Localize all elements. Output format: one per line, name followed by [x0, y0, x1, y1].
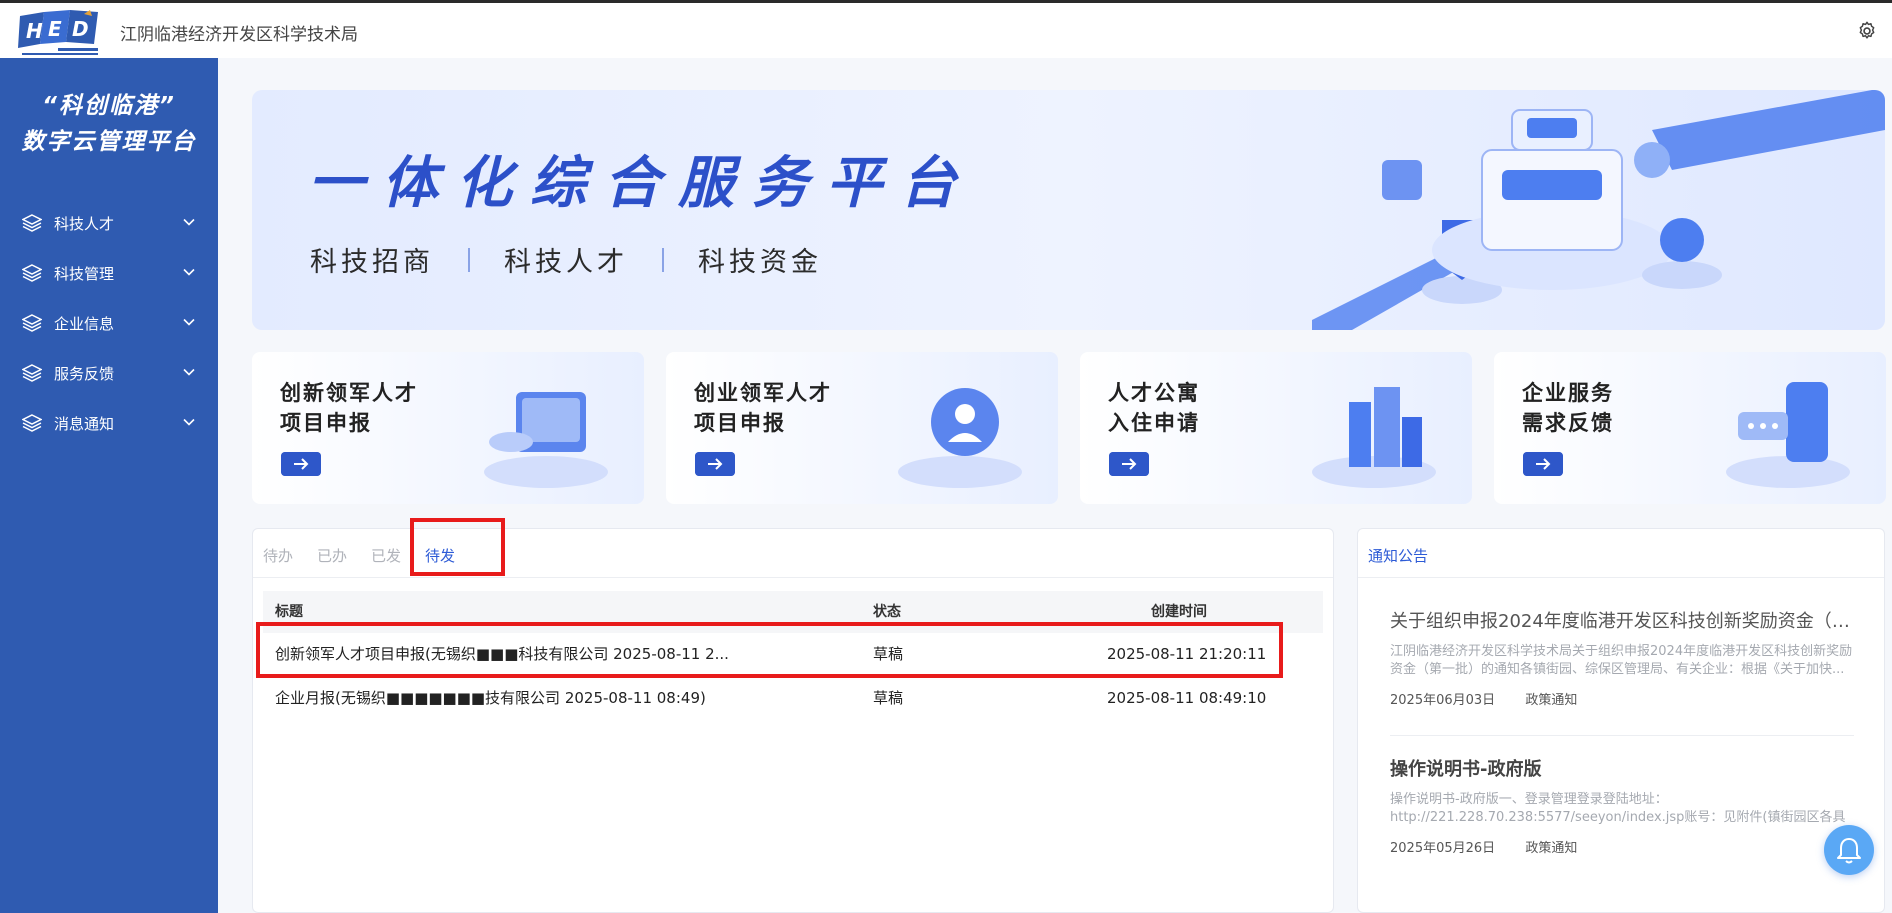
task-tabs: 待办 已办 已发 待发	[263, 543, 479, 569]
banner-title: 一体化综合服务平台	[308, 151, 974, 216]
sidebar-item-service-feedback[interactable]: 服务反馈	[0, 348, 218, 398]
svg-text:D: D	[72, 17, 89, 41]
card-title: 创新领军人才 项目申报	[280, 381, 418, 435]
sidebar-item-label: 科技人才	[54, 214, 115, 233]
notice-meta: 2025年06月03日 政策通知	[1390, 689, 1854, 708]
card-startup-talent-application[interactable]: 创业领军人才 项目申报	[666, 352, 1058, 504]
arrow-right-icon[interactable]	[281, 452, 321, 476]
card-talent-apartment-application[interactable]: 人才公寓 入住申请	[1080, 352, 1472, 504]
chevron-down-icon	[183, 318, 195, 326]
notice-category: 政策通知	[1525, 693, 1578, 708]
arrow-right-icon[interactable]	[1523, 452, 1563, 476]
layers-icon	[22, 214, 42, 232]
table-row[interactable]: 企业月报(无锡织■■■■■■■技有限公司 2025-08-11 08:49) 草…	[263, 677, 1323, 721]
divider	[1358, 577, 1884, 578]
row-created: 2025-08-11 08:49:10	[1107, 689, 1267, 707]
tab-sent[interactable]: 已发	[371, 543, 401, 569]
notices-heading[interactable]: 通知公告	[1368, 543, 1428, 569]
tab-todo[interactable]: 待办	[263, 543, 293, 569]
sidebar: “科创临港” 数字云管理平台 科技人才 科技管理 企业信息 服务反馈 消息通知	[0, 58, 218, 913]
layers-icon	[22, 414, 42, 432]
monitor-illustration	[484, 392, 608, 488]
chevron-down-icon	[183, 368, 195, 376]
card-title: 人才公寓 入住申请	[1108, 381, 1200, 435]
sidebar-brand: “科创临港” 数字云管理平台	[0, 88, 218, 160]
gear-icon[interactable]	[1856, 20, 1878, 42]
sidebar-item-tech-management[interactable]: 科技管理	[0, 248, 218, 298]
card-title: 企业服务 需求反馈	[1522, 381, 1614, 435]
phone-chat-illustration	[1726, 382, 1850, 488]
hedz-logo: H E D	[18, 10, 98, 55]
divider	[468, 247, 470, 272]
notice-meta: 2025年05月26日 政策通知	[1390, 837, 1854, 856]
quick-entry-cards: 创新领军人才 项目申报 创业领军人才 项目申报 人才公寓 入住申请 企业服务 需…	[252, 352, 1886, 504]
table-row[interactable]: 创新领军人才项目申报(无锡织■■■科技有限公司 2025-08-11 2... …	[263, 633, 1323, 677]
platform-illustration	[1312, 90, 1885, 330]
brand-line-2: 数字云管理平台	[21, 129, 197, 155]
tab-done[interactable]: 已办	[317, 543, 347, 569]
banner-subtitle: 科技资金	[698, 247, 822, 278]
sidebar-item-tech-talent[interactable]: 科技人才	[0, 198, 218, 248]
layers-icon	[22, 364, 42, 382]
column-created: 创建时间	[1151, 604, 1207, 620]
svg-text:H: H	[26, 19, 43, 43]
chevron-down-icon	[183, 418, 195, 426]
row-created: 2025-08-11 21:20:11	[1107, 645, 1267, 663]
banner-subtitle: 科技人才	[504, 247, 628, 278]
sidebar-item-label: 企业信息	[54, 314, 115, 333]
layers-icon	[22, 264, 42, 282]
banner-subtitles: 科技招商 科技人才 科技资金	[310, 240, 822, 279]
brand-line-1: “科创临港”	[42, 93, 176, 119]
divider	[662, 247, 664, 272]
notice-date: 2025年06月03日	[1390, 693, 1496, 708]
sidebar-item-label: 服务反馈	[54, 364, 115, 383]
card-innovation-talent-application[interactable]: 创新领军人才 项目申报	[252, 352, 644, 504]
bell-icon	[1837, 838, 1861, 864]
row-title[interactable]: 创新领军人才项目申报(无锡织■■■科技有限公司 2025-08-11 2...	[275, 633, 729, 675]
table-header: 标题 状态 创建时间	[263, 591, 1323, 633]
tab-pending-send[interactable]: 待发	[425, 543, 455, 569]
card-enterprise-service-feedback[interactable]: 企业服务 需求反馈	[1494, 352, 1886, 504]
column-status: 状态	[873, 604, 901, 620]
notice-title[interactable]: 关于组织申报2024年度临港开发区科技创新奖励资金（第...	[1390, 609, 1854, 635]
layers-icon	[22, 314, 42, 332]
sidebar-menu: 科技人才 科技管理 企业信息 服务反馈 消息通知	[0, 198, 218, 448]
card-title: 创业领军人才 项目申报	[694, 381, 832, 435]
buildings-illustration	[1312, 387, 1436, 488]
sidebar-item-message-notice[interactable]: 消息通知	[0, 398, 218, 448]
sidebar-item-label: 科技管理	[54, 264, 115, 283]
row-title[interactable]: 企业月报(无锡织■■■■■■■技有限公司 2025-08-11 08:49)	[275, 677, 706, 719]
notice-date: 2025年05月26日	[1390, 841, 1496, 856]
hero-banner: 一体化综合服务平台 科技招商 科技人才 科技资金	[252, 90, 1885, 330]
banner-subtitle: 科技招商	[310, 247, 434, 278]
notice-item[interactable]: 关于组织申报2024年度临港开发区科技创新奖励资金（第... 江阴临港经济开发区…	[1390, 609, 1854, 708]
chevron-down-icon	[183, 218, 195, 226]
sidebar-item-enterprise-info[interactable]: 企业信息	[0, 298, 218, 348]
notice-title[interactable]: 操作说明书-政府版	[1390, 757, 1854, 783]
divider	[1390, 735, 1854, 736]
divider	[253, 577, 1333, 578]
notice-item[interactable]: 操作说明书-政府版 操作说明书-政府版一、登录管理登录登陆地址：http://2…	[1390, 757, 1854, 856]
notices-panel: 通知公告 关于组织申报2024年度临港开发区科技创新奖励资金（第... 江阴临港…	[1357, 528, 1885, 913]
row-status: 草稿	[873, 645, 904, 663]
notice-summary: 江阴临港经济开发区科学技术局关于组织申报2024年度临港开发区科技创新奖励资金（…	[1390, 644, 1853, 677]
notice-category: 政策通知	[1525, 841, 1578, 856]
notification-bell-button[interactable]	[1824, 825, 1874, 875]
task-panel: 待办 已办 已发 待发 标题 状态 创建时间 创新领军人才项目申报(无锡织■■■…	[252, 528, 1334, 913]
sidebar-item-label: 消息通知	[54, 414, 115, 433]
row-status: 草稿	[873, 689, 904, 707]
arrow-right-icon[interactable]	[695, 452, 735, 476]
user-badge-illustration	[898, 388, 1022, 488]
arrow-right-icon[interactable]	[1109, 452, 1149, 476]
top-bar: H E D 江阴临港经济开发区科学技术局	[0, 0, 1892, 58]
svg-text:E: E	[48, 17, 62, 41]
column-title: 标题	[275, 604, 303, 620]
app-title: 江阴临港经济开发区科学技术局	[120, 25, 358, 45]
chevron-down-icon	[183, 268, 195, 276]
notice-summary: 操作说明书-政府版一、登录管理登录登陆地址：http://221.228.70.…	[1390, 792, 1846, 825]
